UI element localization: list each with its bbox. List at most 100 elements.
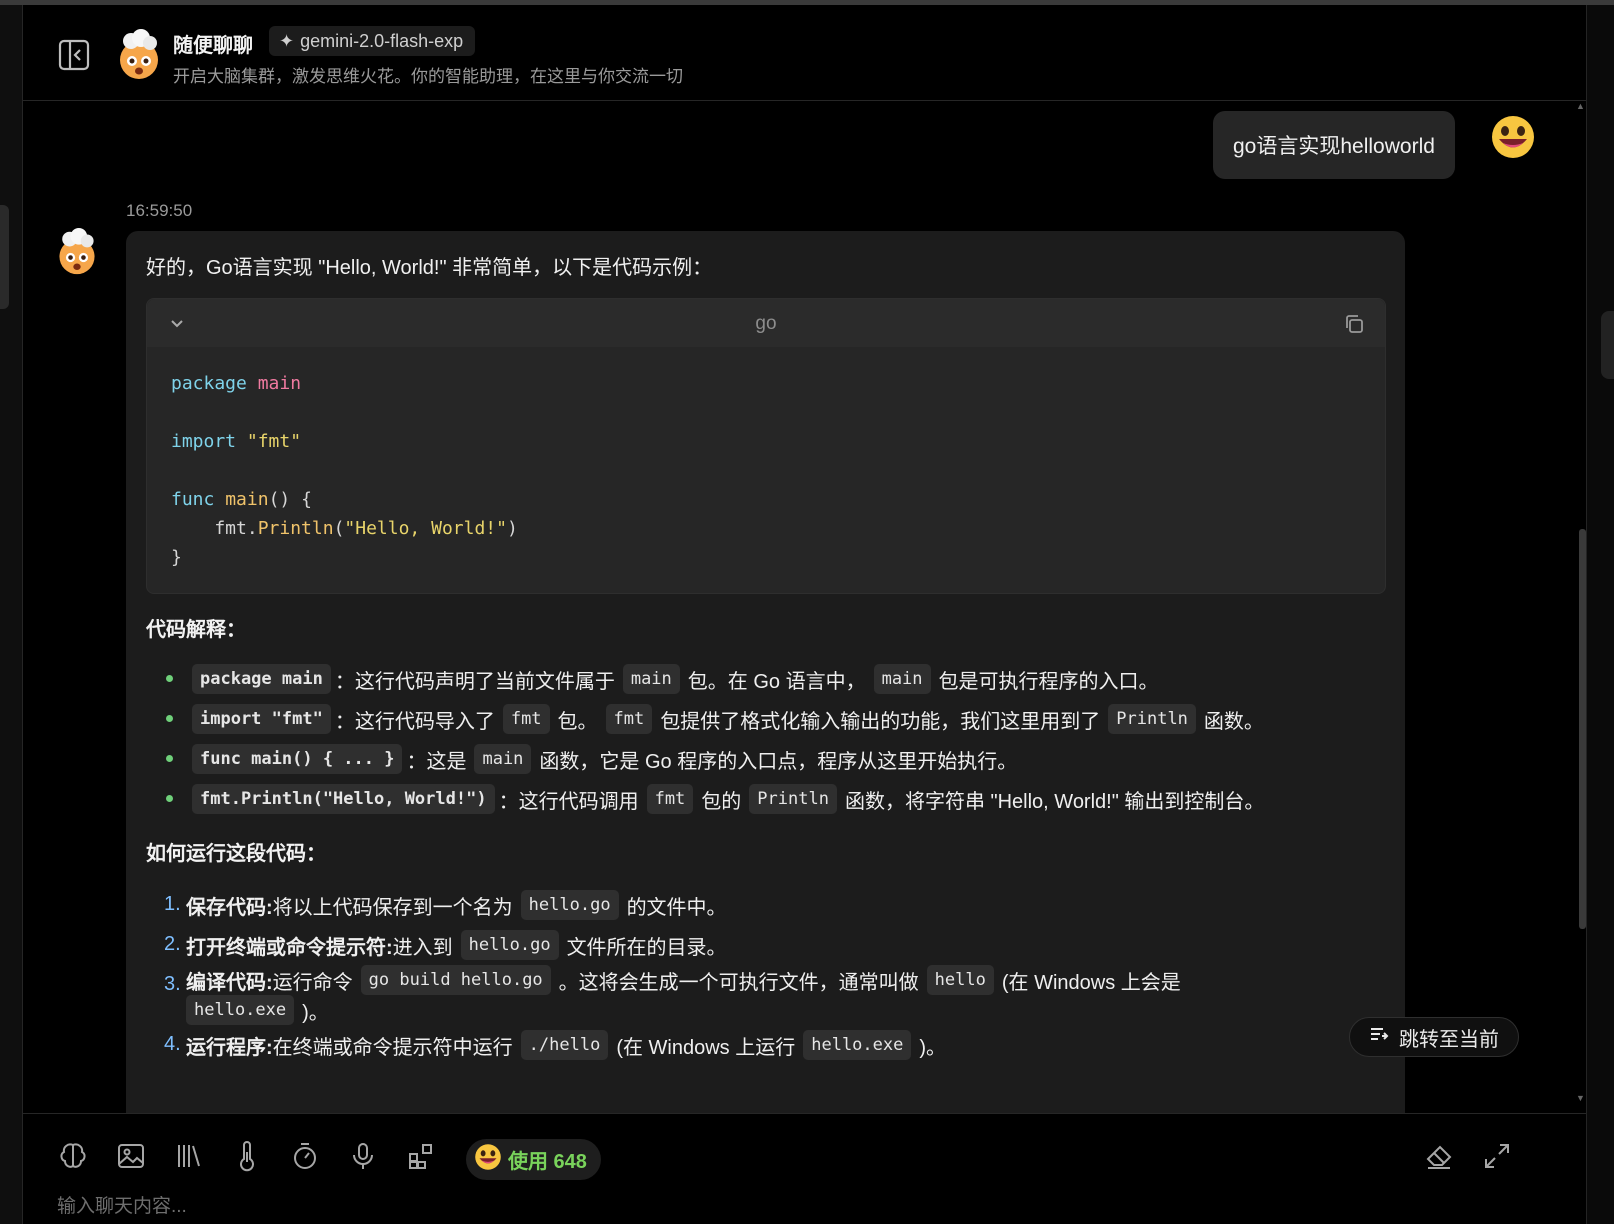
thermometer-icon[interactable] — [231, 1140, 263, 1172]
list-jump-icon — [1369, 1024, 1389, 1050]
step-text: 在终端或命令提示符中运行 — [272, 1036, 513, 1059]
grinning-face-icon — [474, 1143, 502, 1177]
step-label: 打开终端或命令提示符: — [186, 936, 393, 959]
microphone-icon[interactable] — [347, 1140, 379, 1172]
jump-to-current-button[interactable]: 跳转至当前 — [1349, 1017, 1519, 1057]
list-item: fmt.Println("Hello, World!") ：这行代码调用 fmt… — [146, 779, 1386, 819]
code-token: () { — [268, 489, 312, 510]
chat-input[interactable] — [57, 1192, 1057, 1222]
copy-icon[interactable] — [1343, 313, 1365, 335]
usage-label: 使用 648 — [508, 1151, 587, 1173]
plugin-icon[interactable] — [405, 1140, 437, 1172]
expand-icon[interactable] — [1481, 1140, 1513, 1172]
inline-code: fmt.Println("Hello, World!") — [192, 784, 495, 814]
list-text: 包。在 Go 语言中， — [687, 670, 866, 693]
chat-header: 随便聊聊 ✦ gemini-2.0-flash-exp 开启大脑集群，激发思维火… — [23, 5, 1586, 101]
assistant-avatar[interactable] — [53, 228, 101, 276]
inline-code: import "fmt" — [192, 704, 331, 734]
code-token: fmt. — [171, 518, 258, 539]
explain-heading: 代码解释： — [146, 619, 246, 641]
code-token: "fmt" — [246, 431, 302, 452]
step-text: (在 Windows 上运行 — [616, 1036, 796, 1059]
step-label: 运行程序: — [186, 1036, 273, 1059]
inline-code: hello.go — [520, 890, 619, 920]
list-text: ：这是 — [406, 750, 467, 773]
right-panel-handle[interactable] — [1601, 311, 1614, 379]
scrollbar-thumb[interactable] — [1579, 529, 1586, 929]
code-token: Println — [257, 518, 334, 539]
eraser-icon[interactable] — [1423, 1140, 1455, 1172]
list-item: 4. 运行程序: 在终端或命令提示符中运行 ./hello (在 Windows… — [146, 1025, 1386, 1065]
inline-code: fmt — [605, 704, 653, 734]
step-label: 保存代码: — [186, 896, 273, 919]
code-token: "Hello, World!" — [344, 518, 507, 539]
usage-badge[interactable]: 使用 648 — [466, 1139, 601, 1180]
code-token: ( — [333, 518, 345, 539]
inline-code: main — [873, 664, 931, 694]
list-text: ：这行代码调用 — [498, 790, 639, 813]
inline-code: package main — [192, 664, 331, 694]
step-text: 文件所在的目录。 — [566, 936, 727, 959]
code-language-label: go — [755, 313, 777, 334]
left-panel-handle[interactable] — [0, 205, 9, 309]
list-item: 1. 保存代码: 将以上代码保存到一个名为 hello.go 的文件中。 — [146, 885, 1386, 925]
list-text: 函数。 — [1203, 710, 1264, 733]
list-text: 函数，它是 Go 程序的入口点，程序从这里开始执行。 — [539, 750, 1018, 773]
inline-code: fmt — [502, 704, 550, 734]
run-steps-list: 1. 保存代码: 将以上代码保存到一个名为 hello.go 的文件中。 2. … — [146, 885, 1386, 1065]
step-label: 编译代码: — [186, 971, 273, 994]
chat-input-area: 使用 648 — [23, 1113, 1586, 1224]
brain-icon[interactable] — [57, 1140, 89, 1172]
step-number: 3. — [164, 973, 181, 995]
inline-code: func main() { ... } — [192, 744, 403, 774]
inline-code: Println — [749, 784, 837, 814]
agent-description: 开启大脑集群，激发思维火花。你的智能助理，在这里与你交流一切 — [173, 67, 683, 86]
sparkle-icon: ✦ — [279, 30, 295, 51]
code-token: package — [171, 373, 247, 394]
library-icon[interactable] — [173, 1140, 205, 1172]
inline-code: main — [474, 744, 532, 774]
step-number: 4. — [164, 1033, 181, 1055]
inline-code: hello.exe — [186, 995, 295, 1025]
code-token: main — [225, 489, 269, 510]
model-tag[interactable]: ✦ gemini-2.0-flash-exp — [269, 26, 476, 56]
timer-icon[interactable] — [289, 1140, 321, 1172]
step-text: )。 — [302, 1001, 329, 1024]
bullet-dot — [166, 795, 173, 802]
scroll-up-icon[interactable]: ▲ — [1576, 101, 1585, 111]
step-text: 的文件中。 — [626, 896, 727, 919]
list-text: ：这行代码声明了当前文件属于 — [334, 670, 615, 693]
bullet-dot — [166, 675, 173, 682]
code-content[interactable]: package main import "fmt" func main() { … — [171, 369, 518, 572]
bullet-dot — [166, 755, 173, 762]
step-text: 运行命令 — [272, 971, 353, 994]
code-block: go package main import "fmt" func main()… — [146, 298, 1386, 594]
inline-code: fmt — [646, 784, 694, 814]
code-token: main — [257, 373, 302, 394]
assistant-message: 好的，Go语言实现 "Hello, World!" 非常简单，以下是代码示例： … — [126, 231, 1405, 1113]
list-item: 2. 打开终端或命令提示符: 进入到 hello.go 文件所在的目录。 — [146, 925, 1386, 965]
step-text: 将以上代码保存到一个名为 — [272, 896, 513, 919]
agent-avatar[interactable] — [113, 29, 165, 81]
code-block-header: go — [147, 299, 1385, 347]
list-item: package main ：这行代码声明了当前文件属于 main 包。在 Go … — [146, 659, 1386, 699]
list-text: ：这行代码导入了 — [334, 710, 495, 733]
step-text: 。这将会生成一个可执行文件，通常叫做 — [558, 971, 919, 994]
user-avatar[interactable] — [1490, 114, 1536, 160]
list-item: 3. 编译代码: 运行命令 go build hello.go 。这将会生成一个… — [146, 965, 1226, 1025]
step-text: (在 Windows 上会是 — [1001, 971, 1181, 994]
list-item: import "fmt" ：这行代码导入了 fmt 包。 fmt 包提供了格式化… — [146, 699, 1386, 739]
inline-code: Println — [1108, 704, 1196, 734]
list-text: 包的 — [701, 790, 742, 813]
message-timestamp: 16:59:50 — [126, 201, 193, 220]
user-message-bubble[interactable]: go语言实现helloworld — [1213, 111, 1455, 179]
list-text: 包提供了格式化输入输出的功能，我们这里用到了 — [660, 710, 1101, 733]
sidebar-toggle-icon[interactable] — [57, 38, 91, 72]
chat-scroll-area[interactable]: ▲ ▼ go语言实现helloworld 16:59:50 好的，Go语言实现 … — [23, 101, 1586, 1113]
scroll-down-icon[interactable]: ▼ — [1576, 1093, 1585, 1103]
inline-code: main — [622, 664, 680, 694]
inline-code: hello.go — [460, 930, 559, 960]
step-text: )。 — [919, 1036, 947, 1059]
image-icon[interactable] — [115, 1140, 147, 1172]
jump-to-current-label: 跳转至当前 — [1399, 1028, 1499, 1051]
